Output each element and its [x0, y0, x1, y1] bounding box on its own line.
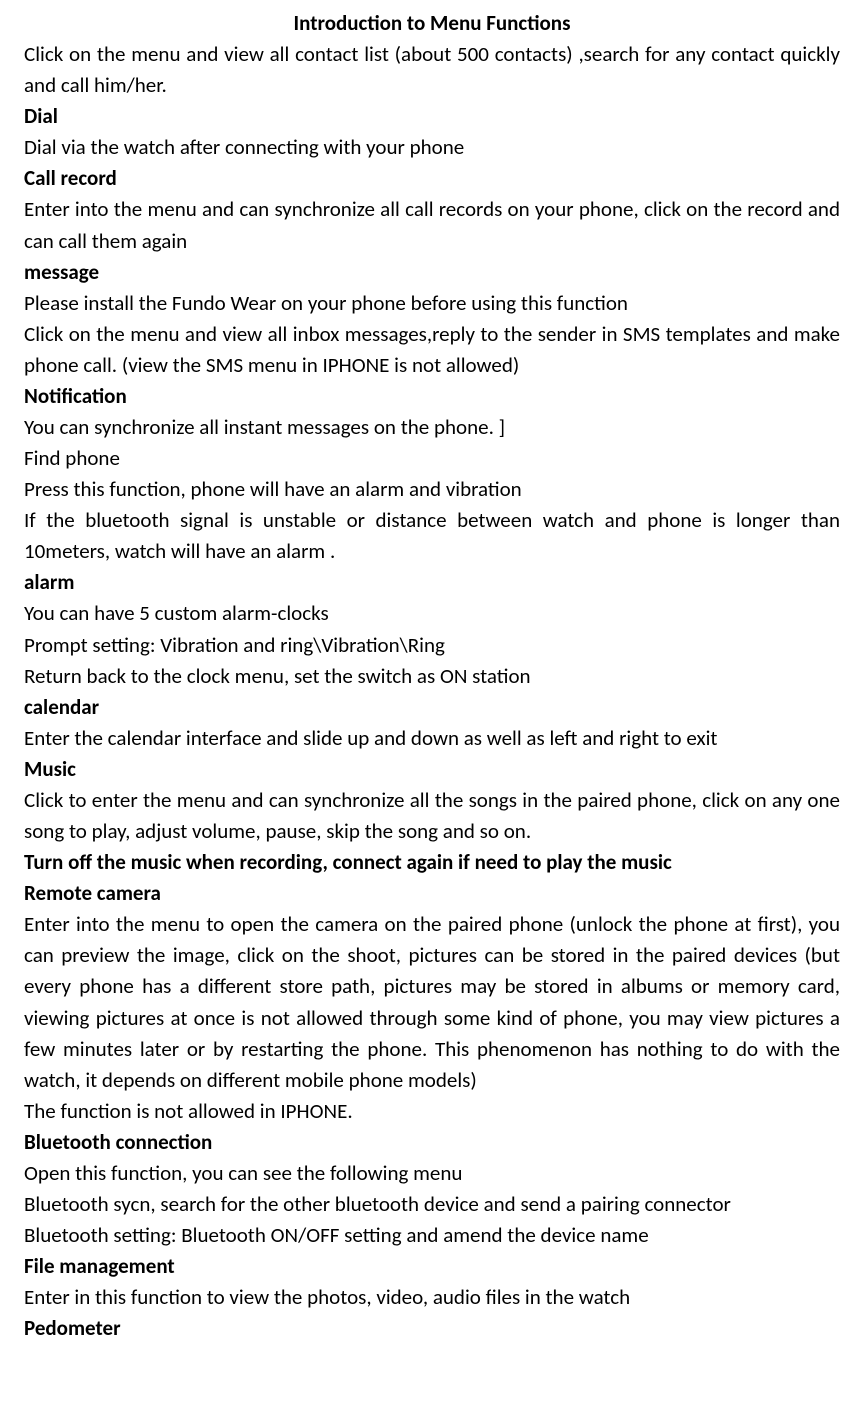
body-call-record: Enter into the menu and can synchronize …: [24, 194, 840, 256]
body-calendar: Enter the calendar interface and slide u…: [24, 723, 840, 754]
heading-notification: Notification: [24, 381, 840, 412]
intro-paragraph: Click on the menu and view all contact l…: [24, 39, 840, 101]
heading-file-management: File management: [24, 1251, 840, 1282]
body-dial: Dial via the watch after connecting with…: [24, 132, 840, 163]
music-warning: Turn off the music when recording, conne…: [24, 847, 840, 878]
body-alarm-2: Prompt setting: Vibration and ring\Vibra…: [24, 630, 840, 661]
document-page: Introduction to Menu Functions Click on …: [0, 0, 864, 1415]
heading-alarm: alarm: [24, 567, 840, 598]
heading-remote-camera: Remote camera: [24, 878, 840, 909]
heading-bluetooth: Bluetooth connection: [24, 1127, 840, 1158]
body-alarm-1: You can have 5 custom alarm-clocks: [24, 598, 840, 629]
heading-dial: Dial: [24, 101, 840, 132]
body-message-2: Click on the menu and view all inbox mes…: [24, 319, 840, 381]
body-remote-camera-2: The function is not allowed in IPHONE.: [24, 1096, 840, 1127]
heading-music: Music: [24, 754, 840, 785]
heading-pedometer: Pedometer: [24, 1313, 840, 1344]
heading-message: message: [24, 257, 840, 288]
body-music: Click to enter the menu and can synchron…: [24, 785, 840, 847]
body-file-management: Enter in this function to view the photo…: [24, 1282, 840, 1313]
body-notification-3: Press this function, phone will have an …: [24, 474, 840, 505]
body-notification-1: You can synchronize all instant messages…: [24, 412, 840, 443]
body-bluetooth-1: Open this function, you can see the foll…: [24, 1158, 840, 1189]
body-notification-4: If the bluetooth signal is unstable or d…: [24, 505, 840, 567]
heading-calendar: calendar: [24, 692, 840, 723]
body-message-1: Please install the Fundo Wear on your ph…: [24, 288, 840, 319]
body-alarm-3: Return back to the clock menu, set the s…: [24, 661, 840, 692]
body-notification-2: Find phone: [24, 443, 840, 474]
body-remote-camera-1: Enter into the menu to open the camera o…: [24, 909, 840, 1095]
body-bluetooth-2: Bluetooth sycn, search for the other blu…: [24, 1189, 840, 1220]
body-bluetooth-3: Bluetooth setting: Bluetooth ON/OFF sett…: [24, 1220, 840, 1251]
page-title: Introduction to Menu Functions: [24, 8, 840, 39]
heading-call-record: Call record: [24, 163, 840, 194]
